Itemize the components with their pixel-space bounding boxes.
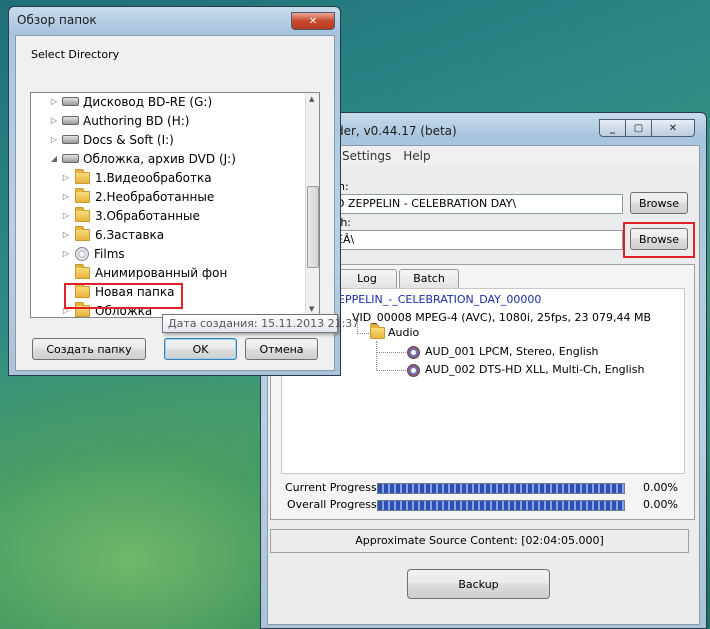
audio-track-2-label: AUD_002 DTS-HD XLL, Multi-Ch, English [425, 363, 645, 376]
restore-close-button[interactable]: ✕ [651, 119, 695, 137]
menu-settings[interactable]: Settings [342, 149, 391, 163]
tree-item-label: Films [94, 246, 125, 261]
tree-item[interactable]: ◢ Обложка, архив DVD (J:) [31, 149, 236, 168]
tree-item-label: 6.Заставка [95, 227, 165, 242]
tree-item-label: Authoring BD (H:) [83, 113, 190, 128]
approximate-content-bar: Approximate Source Content: [02:04:05.00… [270, 529, 689, 553]
tab-batch[interactable]: Batch [399, 269, 459, 288]
audio-folder-label: Audio [388, 326, 420, 339]
tree-guide-tracks [376, 341, 406, 371]
cancel-button[interactable]: Отмена [245, 338, 318, 360]
audio-track-2[interactable]: AUD_002 DTS-HD XLL, Multi-Ch, English [407, 363, 644, 377]
tree-item[interactable]: ▷ Docs & Soft (I:) [31, 130, 174, 149]
scroll-down-arrow-icon[interactable]: ▼ [309, 305, 314, 313]
tree-item[interactable]: ▷ 2.Необработанные [31, 187, 214, 206]
tree-guide-track1 [376, 352, 406, 353]
tree-item[interactable]: ▷ Films [31, 244, 125, 263]
scroll-thumb[interactable] [307, 186, 319, 268]
tree-item-label: 1.Видеообработка [95, 170, 212, 185]
expand-arrow-icon[interactable]: ▷ [61, 192, 71, 201]
tree-scrollbar[interactable]: ▲ ▼ [305, 93, 319, 317]
tree-item[interactable]: ▷ 6.Заставка [31, 225, 164, 244]
folder-icon [75, 263, 90, 279]
tree-item-label: 2.Необработанные [95, 189, 215, 204]
drive-icon [62, 135, 79, 144]
expand-arrow-icon[interactable]: ▷ [61, 249, 71, 258]
tree-item-label: 3.Обработанные [95, 208, 200, 223]
overall-progress-bar [377, 500, 625, 511]
audio-track-1-label: AUD_001 LPCM, Stereo, English [425, 345, 599, 358]
overall-progress-label: Overall Progress: [287, 498, 381, 511]
menu-help[interactable]: Help [403, 149, 430, 163]
current-progress-bar [377, 483, 625, 494]
tree-item-label: Дисковод BD-RE (G:) [83, 94, 213, 109]
audio-track-icon [407, 363, 420, 377]
tab-log[interactable]: Log [337, 269, 397, 288]
dialog-prompt: Select Directory [31, 48, 120, 61]
backup-button[interactable]: Backup [407, 569, 550, 599]
current-progress-value: 0.00% [643, 481, 678, 494]
audio-track-1[interactable]: AUD_001 LPCM, Stereo, English [407, 345, 599, 359]
tree-item-label: Docs & Soft (I:) [83, 132, 174, 147]
new-folder-button[interactable]: Создать папку [32, 338, 146, 360]
content-root[interactable]: EPPELIN_-_CELEBRATION_DAY_00000 [338, 293, 541, 306]
tree-item-label: Обложка, архив DVD (J:) [83, 151, 236, 166]
destination-path-field[interactable]: ÊÂ\ [332, 230, 623, 250]
drive-icon [62, 97, 79, 106]
audio-track-icon [407, 345, 420, 359]
tree-item-label: Анимированный фон [95, 265, 228, 280]
folder-icon [75, 187, 90, 203]
current-progress-label: Current Progress: [285, 481, 381, 494]
browse-source-button[interactable]: Browse [630, 192, 688, 214]
overall-progress-value: 0.00% [643, 498, 678, 511]
expand-arrow-icon[interactable]: ▷ [49, 135, 59, 144]
folder-icon [75, 225, 90, 241]
ok-button[interactable]: OK [164, 338, 237, 360]
tree-item[interactable]: ▷ 3.Обработанные [31, 206, 200, 225]
folder-icon [75, 206, 90, 222]
drive-icon [62, 154, 79, 163]
scroll-up-arrow-icon[interactable]: ▲ [309, 95, 314, 103]
disc-icon [75, 246, 89, 261]
dialog-title: Обзор папок [17, 13, 97, 27]
creation-date-tooltip: Дата создания: 15.11.2013 21:37 [162, 314, 359, 333]
expand-arrow-icon[interactable]: ▷ [61, 173, 71, 182]
tree-item[interactable]: ▷ 1.Видеообработка [31, 168, 212, 187]
maximize-button[interactable]: ▢ [625, 119, 652, 137]
expand-arrow-icon[interactable]: ◢ [49, 154, 59, 163]
folder-icon [370, 323, 385, 339]
browse-destination-button[interactable]: Browse [630, 228, 688, 250]
tree-item[interactable]: ▷ Дисковод BD-RE (G:) [31, 93, 213, 111]
new-folder-highlight-box [64, 283, 183, 309]
expand-arrow-icon[interactable]: ▷ [49, 97, 59, 106]
audio-node[interactable]: Audio [370, 323, 420, 339]
tree-item[interactable]: Анимированный фон [31, 263, 227, 282]
expand-arrow-icon[interactable]: ▷ [49, 116, 59, 125]
expand-arrow-icon[interactable]: ▷ [61, 230, 71, 239]
source-path-field[interactable]: D ZEPPELIN - CELEBRATION DAY\ [332, 194, 623, 214]
folder-icon [75, 168, 90, 184]
main-window-title: der, v0.44.17 (beta) [336, 124, 457, 138]
video-track[interactable]: VID_00008 MPEG-4 (AVC), 1080i, 25fps, 23… [352, 311, 651, 324]
dialog-close-button[interactable]: ✕ [291, 12, 335, 30]
tree-item[interactable]: ▷ Authoring BD (H:) [31, 111, 190, 130]
minimize-button[interactable]: _ [599, 119, 626, 137]
expand-arrow-icon[interactable]: ▷ [61, 211, 71, 220]
drive-icon [62, 116, 79, 125]
